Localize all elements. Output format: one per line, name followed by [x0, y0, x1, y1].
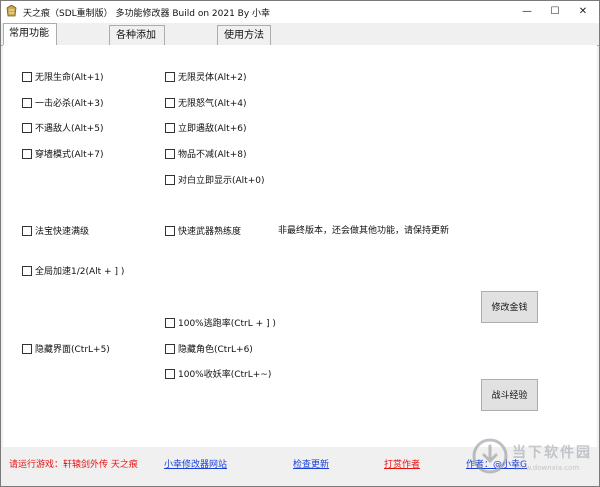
- common-functions-panel: 无限生命(Alt+1) 一击必杀(Alt+3) 不遇敌人(Alt+5) 穿墙模式…: [3, 45, 597, 447]
- checkbox-label: 全局加速1/2(Alt + ] ): [35, 267, 125, 277]
- site-watermark: 当下软件园 www.downxia.com: [472, 436, 596, 482]
- run-game-hint: 请运行游戏：轩辕剑外传 天之痕: [9, 460, 138, 470]
- checkbox-wall-walk[interactable]: 穿墙模式(Alt+7): [22, 148, 103, 162]
- checkbox-infinite-hp[interactable]: 无限生命(Alt+1): [22, 71, 103, 85]
- checkbox-label: 一击必杀(Alt+3): [35, 99, 104, 109]
- checkbox-label: 无限怒气(Alt+4): [178, 99, 247, 109]
- checkbox-box[interactable]: [165, 148, 175, 159]
- checkbox-box[interactable]: [165, 71, 175, 82]
- checkbox-weapon-fast-proficiency[interactable]: 快速武器熟练度: [165, 225, 241, 239]
- checkbox-box[interactable]: [165, 225, 175, 236]
- donate-link[interactable]: 打赏作者: [384, 457, 420, 470]
- checkbox-label: 无限灵体(Alt+2): [178, 73, 247, 83]
- checkbox-label: 隐藏角色(CtrL+6): [178, 345, 253, 355]
- checkbox-box[interactable]: [22, 265, 32, 276]
- checkbox-no-encounter[interactable]: 不遇敌人(Alt+5): [22, 122, 103, 136]
- checkbox-label: 不遇敌人(Alt+5): [35, 124, 104, 134]
- checkbox-label: 快速武器熟练度: [178, 227, 242, 237]
- checkbox-global-speedup[interactable]: 全局加速1/2(Alt + ] ): [22, 265, 124, 279]
- checkbox-box[interactable]: [165, 317, 175, 328]
- close-button[interactable]: ✕: [567, 1, 599, 23]
- checkbox-label: 100%收妖率(CtrL+~): [178, 370, 272, 380]
- window-title: 天之痕（SDL重制版） 多功能修改器 Build on 2021 By 小幸: [23, 9, 271, 19]
- checkbox-capture-rate[interactable]: 100%收妖率(CtrL+~): [165, 368, 271, 382]
- checkbox-instant-encounter[interactable]: 立即遇敌(Alt+6): [165, 122, 246, 136]
- checkbox-hide-ui[interactable]: 隐藏界面(CtrL+5): [22, 343, 110, 357]
- battle-exp-button[interactable]: 战斗经验: [481, 379, 538, 411]
- checkbox-box[interactable]: [165, 343, 175, 354]
- watermark-name: 当下软件园: [512, 445, 592, 461]
- tab-usage[interactable]: 使用方法: [217, 25, 271, 45]
- checkbox-box[interactable]: [22, 148, 32, 159]
- tab-common-functions[interactable]: 常用功能: [3, 23, 57, 46]
- checkbox-treasure-fast-max[interactable]: 法宝快速满级: [22, 225, 89, 239]
- checkbox-label: 法宝快速满级: [35, 227, 90, 237]
- checkbox-hide-character[interactable]: 隐藏角色(CtrL+6): [165, 343, 253, 357]
- checkbox-label: 立即遇敌(Alt+6): [178, 124, 247, 134]
- checkbox-escape-rate[interactable]: 100%逃跑率(CtrL + ] ): [165, 317, 276, 331]
- checkbox-label: 穿墙模式(Alt+7): [35, 150, 104, 160]
- app-window: 天之痕（SDL重制版） 多功能修改器 Build on 2021 By 小幸 —…: [0, 0, 600, 487]
- checkbox-one-hit-kill[interactable]: 一击必杀(Alt+3): [22, 97, 103, 111]
- checkbox-box[interactable]: [165, 97, 175, 108]
- checkbox-box[interactable]: [165, 174, 175, 185]
- checkbox-box[interactable]: [22, 97, 32, 108]
- checkbox-label: 物品不减(Alt+8): [178, 150, 247, 160]
- tab-various-add[interactable]: 各种添加: [109, 25, 165, 45]
- site-link[interactable]: 小幸修改器网站: [164, 457, 227, 470]
- checkbox-instant-dialog[interactable]: 对白立即显示(Alt+0): [165, 174, 264, 188]
- checkbox-items-no-decrease[interactable]: 物品不减(Alt+8): [165, 148, 246, 162]
- checkbox-label: 隐藏界面(CtrL+5): [35, 345, 110, 355]
- check-update-link[interactable]: 检查更新: [293, 457, 329, 470]
- tab-bar: 常用功能 各种添加 使用方法: [1, 23, 599, 46]
- checkbox-infinite-spirit[interactable]: 无限灵体(Alt+2): [165, 71, 246, 85]
- checkbox-box[interactable]: [22, 343, 32, 354]
- checkbox-box[interactable]: [22, 71, 32, 82]
- app-icon: [6, 5, 17, 17]
- modify-money-button[interactable]: 修改金钱: [481, 291, 538, 323]
- watermark-url: www.downxia.com: [514, 464, 580, 472]
- title-bar[interactable]: 天之痕（SDL重制版） 多功能修改器 Build on 2021 By 小幸 —…: [1, 1, 599, 23]
- checkbox-label: 100%逃跑率(CtrL + ] ): [178, 319, 276, 329]
- download-logo-icon: [472, 438, 508, 474]
- checkbox-box[interactable]: [165, 368, 175, 379]
- checkbox-box[interactable]: [165, 122, 175, 133]
- checkbox-box[interactable]: [22, 122, 32, 133]
- checkbox-box[interactable]: [22, 225, 32, 236]
- version-note: 非最终版本，还会做其他功能，请保持更新: [278, 226, 450, 236]
- checkbox-label: 无限生命(Alt+1): [35, 73, 104, 83]
- checkbox-infinite-rage[interactable]: 无限怒气(Alt+4): [165, 97, 246, 111]
- checkbox-label: 对白立即显示(Alt+0): [178, 176, 265, 186]
